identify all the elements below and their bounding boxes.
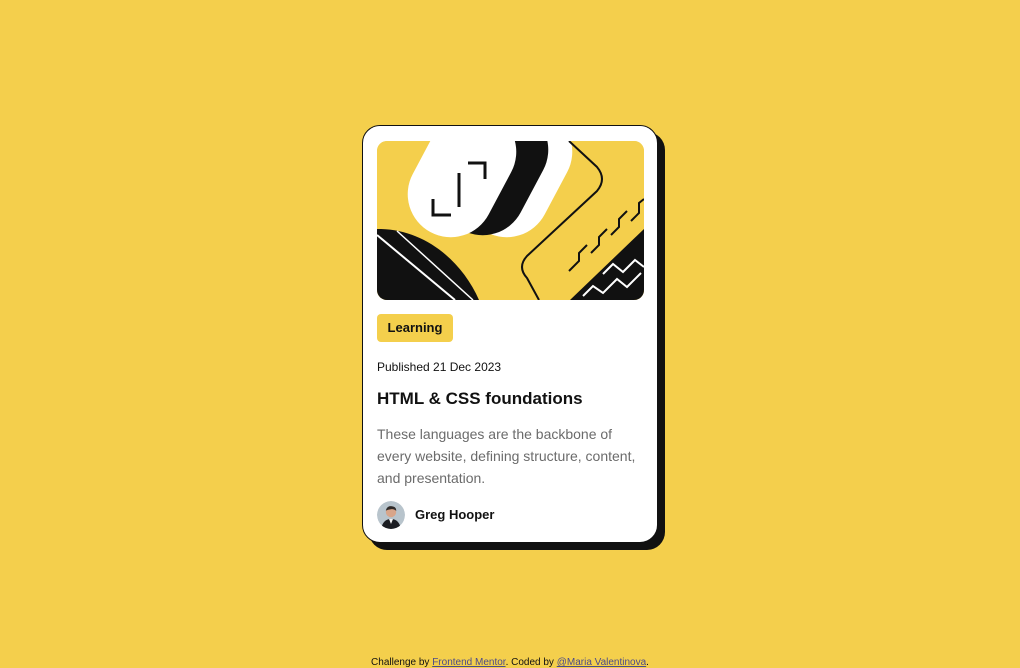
author: Greg Hooper	[377, 501, 494, 529]
category-tag: Learning	[377, 314, 453, 342]
footer-attribution: Challenge by Frontend Mentor. Coded by @…	[0, 656, 1020, 668]
attribution-middle: . Coded by	[505, 657, 557, 668]
author-link[interactable]: @Maria Valentinova	[557, 657, 646, 668]
frontend-mentor-link[interactable]: Frontend Mentor	[432, 657, 505, 668]
attribution-suffix: .	[646, 657, 649, 668]
avatar-icon	[377, 501, 405, 529]
abstract-pattern-illustration	[377, 141, 644, 300]
card-title[interactable]: HTML & CSS foundations	[377, 388, 583, 410]
attribution-prefix: Challenge by	[371, 657, 433, 668]
published-date: Published 21 Dec 2023	[377, 360, 502, 374]
blog-preview-card: Learning Published 21 Dec 2023 HTML & CS…	[362, 125, 658, 543]
card-description: These languages are the backbone of ever…	[377, 426, 636, 486]
author-name: Greg Hooper	[415, 507, 495, 522]
card-illustration	[377, 141, 644, 300]
page: Learning Published 21 Dec 2023 HTML & CS…	[0, 0, 1020, 668]
